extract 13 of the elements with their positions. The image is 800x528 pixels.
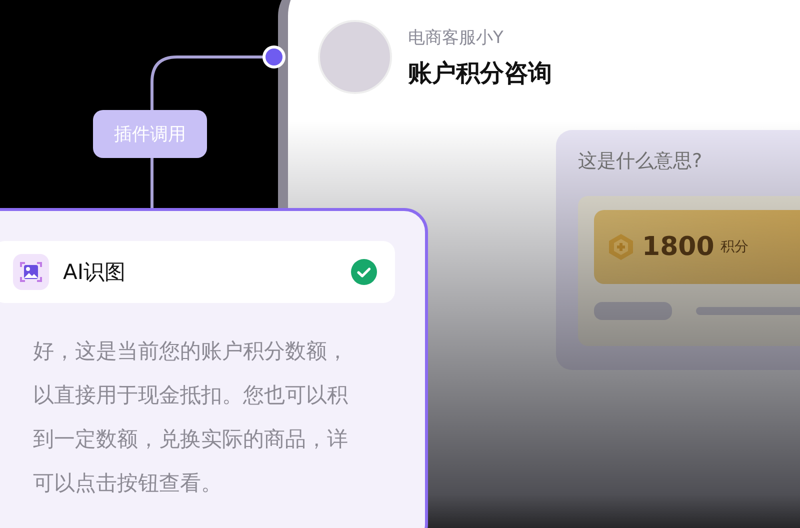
points-amount: 1800 <box>642 232 714 262</box>
reply-text: 到一定数额，兑换实际的商品，详 <box>33 426 349 453</box>
agent-name: 电商客服小Y <box>408 26 504 48</box>
image-scan-icon <box>13 254 49 290</box>
chat-title: 账户积分咨询 <box>408 58 552 88</box>
reply-text: 以直接用于现金抵扣。您也可以积 <box>33 382 349 409</box>
tool-title: AI识图 <box>63 259 127 286</box>
points-unit: 积分 <box>720 238 748 256</box>
reply-text: 好，这是当前您的账户积分数额， <box>33 338 349 365</box>
message-text: 这是什么意思? <box>578 149 704 174</box>
step-label: 插件调用 <box>93 110 207 158</box>
reply-text: 可以点击按钮查看。 <box>33 470 223 497</box>
coin-icon <box>606 232 636 262</box>
